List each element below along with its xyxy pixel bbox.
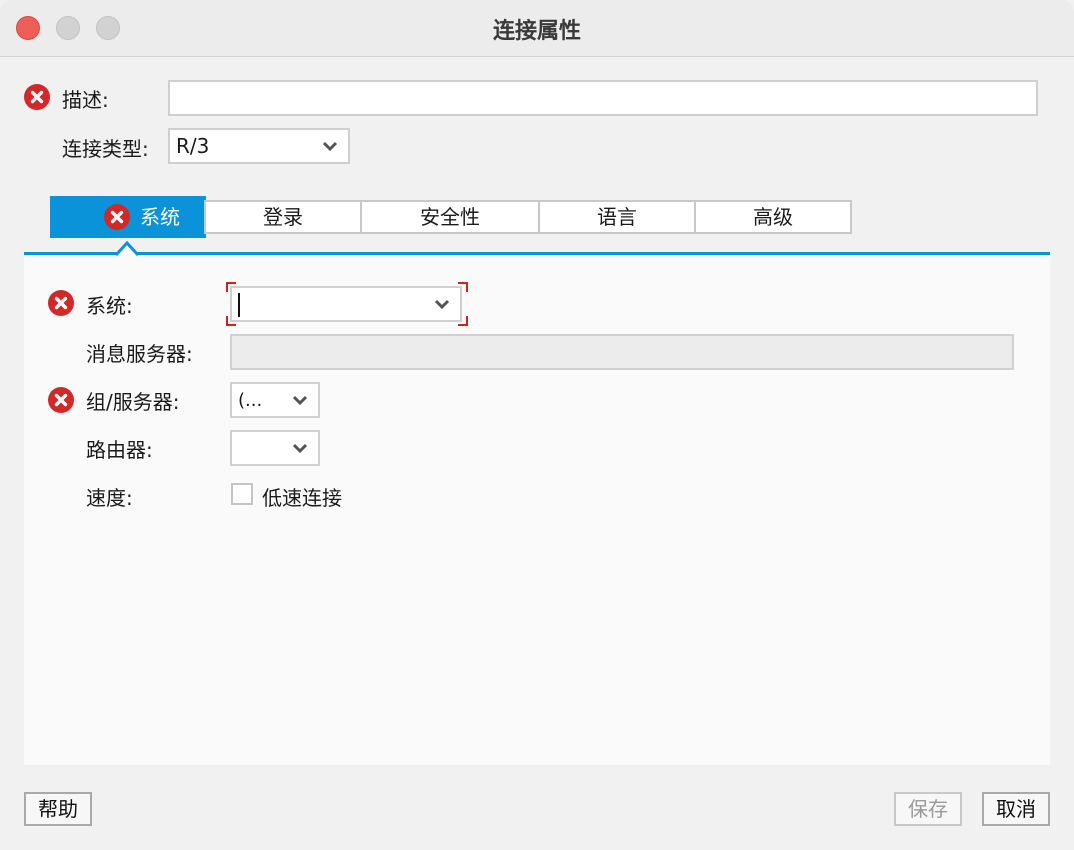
system-select[interactable]: [230, 286, 462, 322]
tab-advanced-label: 高级: [753, 205, 793, 229]
description-label: 描述:: [62, 88, 109, 112]
help-button[interactable]: 帮助: [24, 792, 92, 826]
chevron-down-icon: [322, 141, 338, 151]
active-tab-pointer: [116, 240, 138, 256]
chevron-down-icon: [434, 299, 450, 309]
message-server-input[interactable]: [230, 334, 1014, 370]
tab-language[interactable]: 语言: [538, 200, 696, 234]
tab-security-label: 安全性: [420, 205, 480, 229]
message-server-label: 消息服务器:: [86, 342, 193, 366]
focus-ring-corner: [458, 282, 468, 292]
error-icon: [48, 387, 74, 413]
chevron-down-icon: [292, 443, 308, 453]
connection-type-label: 连接类型:: [62, 137, 149, 161]
connection-type-select[interactable]: R/3: [168, 128, 350, 164]
help-button-label: 帮助: [38, 797, 78, 821]
tab-security[interactable]: 安全性: [360, 200, 540, 234]
cancel-button-label: 取消: [996, 797, 1036, 821]
tab-panel-system: [24, 255, 1050, 765]
text-cursor: [238, 293, 240, 317]
save-button[interactable]: 保存: [894, 792, 962, 826]
low-speed-checkbox[interactable]: [231, 483, 253, 505]
tab-system-label: 系统: [140, 205, 180, 229]
tab-language-label: 语言: [597, 205, 637, 229]
system-label: 系统:: [86, 294, 133, 318]
error-icon: [48, 290, 74, 316]
tab-advanced[interactable]: 高级: [694, 200, 852, 234]
router-select[interactable]: [230, 430, 320, 466]
low-speed-label: 低速连接: [262, 486, 342, 510]
error-icon: [24, 84, 50, 110]
tab-underline: [24, 252, 1050, 255]
group-server-label: 组/服务器:: [86, 390, 180, 414]
speed-label: 速度:: [86, 486, 133, 510]
error-icon: [104, 204, 130, 230]
focus-ring-corner: [458, 316, 468, 326]
tab-system[interactable]: 系统: [50, 196, 206, 238]
description-input[interactable]: [168, 80, 1038, 116]
connection-properties-window: 连接属性 描述: 连接类型: R/3 系统 登录 安全性 语言 高级 系统: 消…: [0, 0, 1074, 850]
focus-ring-corner: [226, 316, 236, 326]
tab-logon[interactable]: 登录: [204, 200, 362, 234]
connection-type-value: R/3: [176, 134, 210, 158]
focus-ring-corner: [226, 282, 236, 292]
chevron-down-icon: [292, 395, 308, 405]
cancel-button[interactable]: 取消: [982, 792, 1050, 826]
window-title: 连接属性: [492, 19, 581, 44]
title-bar: 连接属性: [0, 0, 1074, 57]
save-button-label: 保存: [908, 797, 948, 821]
tab-bar: 系统 登录 安全性 语言 高级: [50, 196, 852, 238]
tab-logon-label: 登录: [263, 205, 303, 229]
router-label: 路由器:: [86, 438, 153, 462]
group-server-select[interactable]: (...: [230, 382, 320, 418]
group-server-value: (...: [238, 390, 263, 411]
